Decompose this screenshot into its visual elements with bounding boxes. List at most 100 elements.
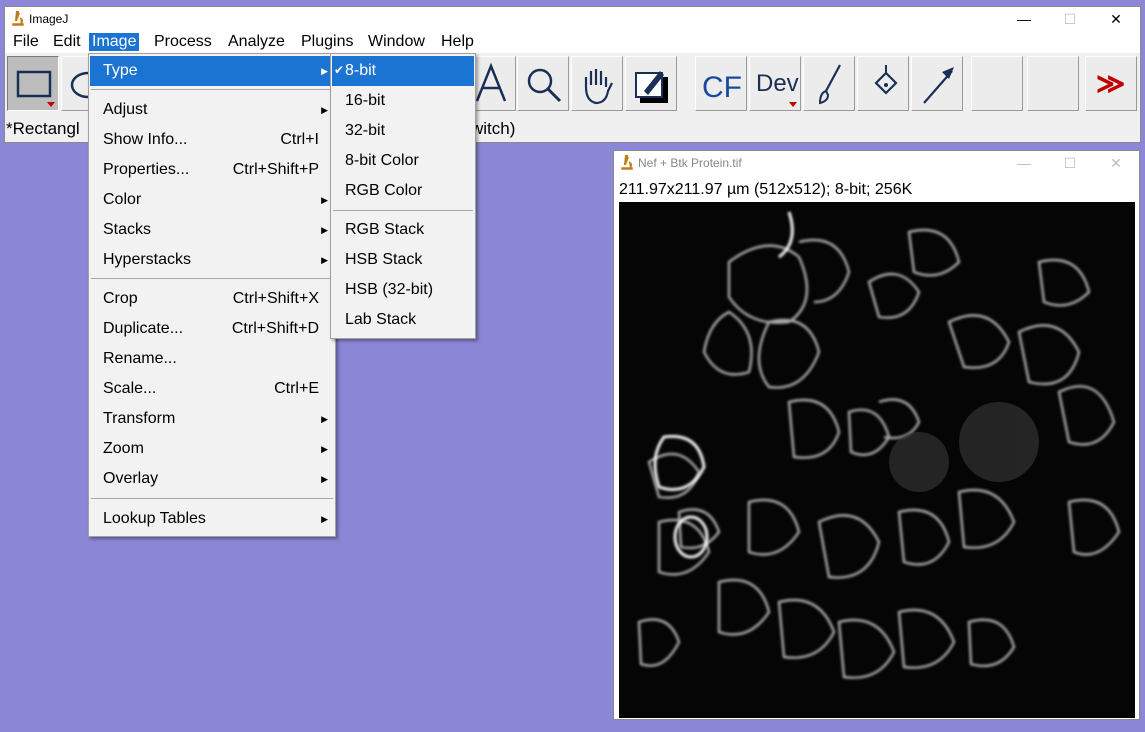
menu-item-hyperstacks[interactable]: Hyperstacks ▶ (90, 245, 334, 275)
brush-icon (818, 64, 841, 105)
type-item-32bit-label: 32-bit (345, 122, 386, 139)
type-item-lab-stack-label: Lab Stack (345, 311, 417, 328)
maximize-button[interactable]: ☐ (1047, 7, 1093, 31)
dev-label-svg: Dev (756, 70, 799, 107)
submenu-arrow-icon: ▶ (321, 514, 328, 524)
image-maximize-button[interactable]: ☐ (1047, 151, 1093, 175)
main-title-bar[interactable]: ImageJ — ☐ ✕ (5, 7, 1140, 31)
type-item-16bit[interactable]: 16-bit (332, 86, 474, 116)
menu-item-hyperstacks-label: Hyperstacks (103, 251, 192, 268)
color-picker-tool-button[interactable] (625, 56, 677, 111)
menu-item-show-info[interactable]: Show Info... Ctrl+I (90, 125, 334, 155)
image-close-button[interactable]: ✕ (1093, 151, 1139, 175)
menu-item-type-label: Type (103, 62, 138, 79)
type-item-hsb-stack-label: HSB Stack (345, 251, 423, 268)
type-item-8bit-label: 8-bit (345, 62, 377, 79)
menu-plugins[interactable]: Plugins (298, 33, 356, 51)
magnifier-tool-button[interactable] (517, 56, 569, 111)
menu-item-lookup-tables[interactable]: Lookup Tables ▶ (90, 504, 334, 534)
shortcut-label: Ctrl+Shift+X (232, 290, 319, 307)
image-window-title: Nef + Btk Protein.tif (638, 156, 742, 170)
rectangle-icon (16, 70, 55, 107)
more-tools-button[interactable]: ≫ (1085, 56, 1137, 111)
menu-item-transform[interactable]: Transform ▶ (90, 404, 334, 434)
menu-item-type[interactable]: Type ▶ (90, 56, 334, 86)
menu-separator (91, 278, 333, 279)
menu-file[interactable]: File (10, 33, 42, 51)
image-menu-dropdown: Type ▶ Adjust ▶ Show Info... Ctrl+I Prop… (88, 53, 336, 537)
type-item-hsb-32bit[interactable]: HSB (32-bit) (332, 275, 474, 305)
magnifier-icon (527, 68, 562, 103)
image-canvas[interactable] (619, 202, 1135, 718)
empty-tool-slot-1[interactable] (971, 56, 1023, 111)
submenu-arrow-icon: ▶ (321, 225, 328, 235)
type-item-rgb-color-label: RGB Color (345, 182, 423, 199)
checkmark-icon: ✔ (334, 63, 345, 77)
menu-edit[interactable]: Edit (50, 33, 84, 51)
menu-item-crop-label: Crop (103, 290, 138, 307)
type-item-rgb-color[interactable]: RGB Color (332, 176, 474, 206)
image-info-text: 211.97x211.97 µm (512x512); 8-bit; 256K (619, 181, 913, 198)
menu-separator (91, 89, 333, 90)
minimize-button[interactable]: — (1001, 7, 1047, 31)
menu-separator (91, 498, 333, 499)
menu-window[interactable]: Window (365, 33, 428, 51)
shortcut-label: Ctrl+E (274, 380, 319, 397)
type-item-hsb-stack[interactable]: HSB Stack (332, 245, 474, 275)
type-item-16bit-label: 16-bit (345, 92, 386, 109)
menu-image[interactable]: Image (89, 33, 140, 51)
arrow-tool-button[interactable] (911, 56, 963, 111)
menu-item-properties[interactable]: Properties... Ctrl+Shift+P (90, 155, 334, 185)
submenu-arrow-icon: ▶ (321, 414, 328, 424)
flood-fill-tool-button[interactable] (857, 56, 909, 111)
brush-tool-button[interactable] (803, 56, 855, 111)
menu-item-transform-label: Transform (103, 410, 176, 427)
menu-item-color-label: Color (103, 191, 142, 208)
menu-item-properties-label: Properties... (103, 161, 190, 178)
type-item-32bit[interactable]: 32-bit (332, 116, 474, 146)
submenu-arrow-icon: ▶ (321, 66, 328, 76)
menu-item-scale-label: Scale... (103, 380, 157, 397)
menu-item-scale[interactable]: Scale... Ctrl+E (90, 374, 334, 404)
menu-item-stacks[interactable]: Stacks ▶ (90, 215, 334, 245)
type-item-8bit-color[interactable]: 8-bit Color (332, 146, 474, 176)
menu-item-zoom[interactable]: Zoom ▶ (90, 434, 334, 464)
cf-tool-button[interactable]: CF (695, 56, 747, 111)
close-button[interactable]: ✕ (1093, 7, 1139, 31)
hand-icon (584, 69, 613, 105)
cell-micrograph (637, 211, 1121, 679)
image-title-bar[interactable]: Nef + Btk Protein.tif — ☐ ✕ (614, 151, 1139, 175)
shortcut-label: Ctrl+Shift+D (231, 320, 319, 337)
menu-bar: File Edit Image Process Analyze Plugins … (5, 31, 1140, 53)
type-submenu: ✔ 8-bit 16-bit 32-bit 8-bit Color RGB Co… (330, 53, 476, 339)
empty-tool-slot-2[interactable] (1027, 56, 1079, 111)
submenu-arrow-icon: ▶ (321, 444, 328, 454)
cf-label-svg: CF (702, 71, 742, 104)
rectangle-tool-button[interactable] (7, 56, 59, 111)
menu-process[interactable]: Process (151, 33, 215, 51)
more-tools-svg: ≫ (1096, 68, 1125, 99)
menu-item-adjust[interactable]: Adjust ▶ (90, 95, 334, 125)
type-item-8bit[interactable]: ✔ 8-bit (332, 56, 474, 86)
menu-item-color[interactable]: Color ▶ (90, 185, 334, 215)
type-item-hsb-32bit-label: HSB (32-bit) (345, 281, 434, 298)
status-text-right: witch) (471, 119, 516, 138)
hand-tool-button[interactable] (571, 56, 623, 111)
menu-help[interactable]: Help (438, 33, 477, 51)
submenu-arrow-icon: ▶ (321, 195, 328, 205)
menu-item-overlay[interactable]: Overlay ▶ (90, 464, 334, 494)
type-item-rgb-stack[interactable]: RGB Stack (332, 215, 474, 245)
image-window: Nef + Btk Protein.tif — ☐ ✕ 211.97x211.9… (613, 150, 1140, 720)
type-item-lab-stack[interactable]: Lab Stack (332, 305, 474, 335)
dev-tool-button[interactable]: Dev (749, 56, 801, 111)
menu-item-rename-label: Rename... (103, 350, 177, 367)
menu-item-duplicate-label: Duplicate... (103, 320, 184, 337)
image-minimize-button[interactable]: — (1001, 151, 1047, 175)
menu-item-rename[interactable]: Rename... (90, 344, 334, 374)
menu-analyze[interactable]: Analyze (225, 33, 288, 51)
type-item-8bit-color-label: 8-bit Color (345, 152, 419, 169)
shortcut-label: Ctrl+I (280, 131, 319, 148)
menu-item-crop[interactable]: Crop Ctrl+Shift+X (90, 284, 334, 314)
menu-item-duplicate[interactable]: Duplicate... Ctrl+Shift+D (90, 314, 334, 344)
microscope-icon (621, 155, 633, 170)
